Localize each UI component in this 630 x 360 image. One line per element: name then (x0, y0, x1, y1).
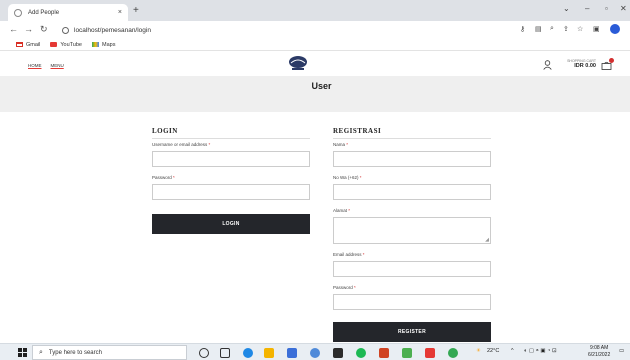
login-heading: LOGIN (152, 127, 310, 139)
register-form: REGISTRASI Nama * No Wa (+62) * Alamat *… (333, 127, 491, 343)
bookmark-label: Maps (102, 41, 116, 48)
register-button[interactable]: REGISTER (333, 322, 491, 342)
globe-icon (14, 8, 22, 17)
tab-title: Add People (28, 9, 60, 16)
close-window-icon[interactable]: ✕ (620, 4, 627, 13)
register-password-input[interactable] (333, 294, 491, 310)
url-text: localhost/pemesanan/login (74, 27, 151, 34)
site-logo[interactable] (287, 55, 309, 72)
bookmark-gmail[interactable]: Gmail (16, 42, 40, 48)
cart-summary[interactable]: SHOPPING CART IDR 0.00 (564, 59, 596, 69)
login-button[interactable]: LOGIN (152, 214, 310, 234)
username-input[interactable] (152, 151, 310, 167)
site-header: HOME MENU SHOPPING CART IDR 0.00 (0, 52, 630, 76)
star-icon[interactable]: ☆ (577, 25, 583, 33)
bookmarks-bar: Gmail YouTube Maps (0, 39, 630, 51)
name-input[interactable] (333, 151, 491, 167)
bookmark-youtube[interactable]: YouTube (50, 42, 82, 48)
back-icon[interactable]: ← (9, 24, 18, 34)
browser-app-icon[interactable] (310, 348, 320, 358)
phone-label: No Wa (+62) * (333, 175, 362, 180)
bookmark-label: YouTube (60, 41, 82, 48)
search-icon: ⌕ (39, 348, 43, 356)
gmail-icon (16, 42, 23, 47)
app-icon[interactable] (287, 348, 297, 358)
weather-temp[interactable]: 22°C (487, 348, 499, 354)
page-title-band: User (0, 76, 630, 112)
address-textarea[interactable]: ◢ (333, 217, 491, 244)
nav-menu[interactable]: MENU (51, 63, 64, 68)
notepad-icon[interactable] (402, 348, 412, 358)
reload-icon[interactable]: ↻ (40, 24, 48, 35)
minimize-icon[interactable]: – (585, 4, 589, 13)
cortana-icon[interactable] (199, 348, 209, 358)
cart-badge (609, 58, 614, 63)
name-label: Nama * (333, 142, 349, 147)
powerpoint-icon[interactable] (379, 348, 389, 358)
sidepanel-icon[interactable]: ▣ (593, 25, 600, 33)
new-tab-button[interactable]: + (133, 5, 139, 16)
cart-amount: IDR 0.00 (574, 63, 596, 69)
edge-icon[interactable] (243, 348, 253, 358)
clock-time: 9:08 AM (589, 345, 609, 351)
maximize-icon[interactable]: ▫ (605, 4, 608, 13)
username-label: Username or email address * (152, 142, 211, 147)
email-input[interactable] (333, 261, 491, 277)
windows-taskbar: ⌕ Type here to search ☀ 22°C ^ ◐ ▢ ◓ ▣ ◔… (0, 343, 630, 360)
browser-tab[interactable]: Add People × (8, 4, 128, 21)
login-form: LOGIN Username or email address * Passwo… (152, 127, 310, 237)
file-explorer-icon[interactable] (264, 348, 274, 358)
youtube-icon (50, 42, 58, 47)
tray-chevron-icon[interactable]: ^ (511, 348, 514, 354)
address-bar-row: ← → ↻ localhost/pemesanan/login ⚷ ▤ ⌕ ⇪ … (0, 21, 630, 39)
password-label: Password * (152, 175, 175, 180)
user-icon[interactable] (543, 60, 552, 70)
search-placeholder: Type here to search (48, 349, 102, 356)
tray-icons[interactable]: ◐ ▢ ◓ ▣ ◔ ⊡ (524, 348, 557, 354)
resize-handle-icon[interactable]: ◢ (485, 237, 489, 243)
page-title: User (311, 81, 332, 91)
chevron-down-icon[interactable]: ⌄ (563, 4, 570, 13)
maps-icon (92, 42, 99, 47)
bookmark-maps[interactable]: Maps (92, 42, 115, 48)
share-icon[interactable]: ⇪ (563, 25, 569, 33)
register-password-label: Password * (333, 285, 356, 290)
profile-avatar[interactable] (610, 24, 620, 34)
terminal-icon[interactable] (333, 348, 343, 358)
browser-tab-strip: Add People × + ⌄ – ▫ ✕ (0, 0, 630, 21)
close-tab-icon[interactable]: × (118, 9, 122, 16)
key-icon[interactable]: ⚷ (520, 25, 525, 33)
task-view-icon[interactable] (220, 348, 230, 358)
password-input[interactable] (152, 184, 310, 200)
register-heading: REGISTRASI (333, 127, 491, 139)
zoom-icon[interactable]: ⌕ (550, 25, 554, 33)
clock[interactable]: 9:08 AM 6/21/2022 (588, 345, 610, 359)
spotify-icon[interactable] (356, 348, 366, 358)
app-red-icon[interactable] (425, 348, 435, 358)
weather-icon[interactable]: ☀ (476, 348, 481, 354)
taskbar-search[interactable]: ⌕ Type here to search (32, 345, 187, 360)
address-label: Alamat * (333, 208, 351, 213)
translate-icon[interactable]: ▤ (535, 25, 542, 33)
notification-icon[interactable]: ▭ (619, 348, 624, 354)
bookmark-label: Gmail (26, 41, 41, 48)
chrome-icon[interactable] (448, 348, 458, 358)
nav-home[interactable]: HOME (28, 63, 42, 68)
info-icon[interactable] (62, 27, 69, 34)
url-field[interactable]: localhost/pemesanan/login (62, 24, 512, 37)
email-label: Email address * (333, 252, 365, 257)
phone-input[interactable] (333, 184, 491, 200)
forward-icon[interactable]: → (24, 24, 33, 34)
clock-date: 6/21/2022 (588, 352, 611, 358)
site-nav: HOME MENU (28, 63, 64, 68)
windows-start-icon[interactable] (18, 348, 27, 357)
